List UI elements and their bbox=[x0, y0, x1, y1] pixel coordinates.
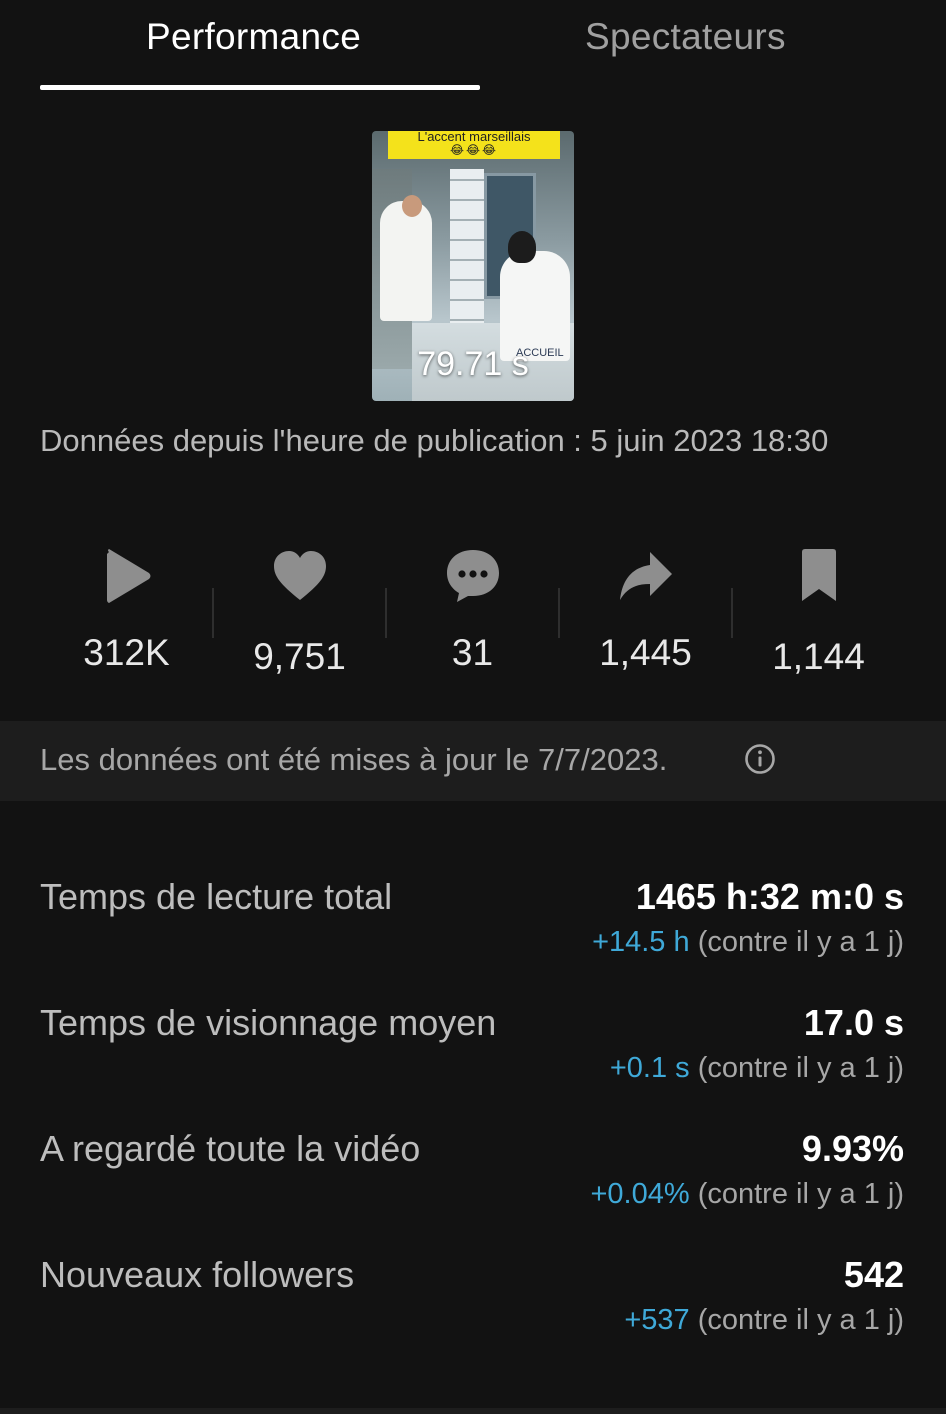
metric-delta-change: +14.5 h bbox=[592, 926, 690, 958]
video-thumbnail[interactable]: ACCUEIL L'accent marseillais 😂😂😂 79.71 s bbox=[372, 131, 574, 401]
stat-views: 312K bbox=[40, 540, 213, 690]
metric-average-watch-time: Temps de visionnage moyen 17.0 s +0.1 s … bbox=[40, 1002, 906, 1102]
metric-value: 1465 h:32 m:0 s bbox=[635, 876, 904, 917]
stat-comments-value: 31 bbox=[451, 632, 494, 673]
metric-label: A regardé toute la vidéo bbox=[40, 1128, 421, 1169]
stat-views-value: 312K bbox=[83, 632, 170, 673]
video-analytics-screen: Performance Spectateurs ACCUEIL L'accent… bbox=[0, 0, 946, 1414]
tab-performance[interactable]: Performance bbox=[146, 16, 361, 58]
metric-delta: +0.04% (contre il y a 1 j) bbox=[590, 1178, 904, 1211]
bookmark-icon bbox=[732, 544, 905, 616]
metric-delta-compare: (contre il y a 1 j) bbox=[697, 1304, 904, 1336]
metric-delta-change: +0.04% bbox=[590, 1178, 690, 1210]
play-icon bbox=[40, 544, 213, 616]
metric-delta: +0.1 s (contre il y a 1 j) bbox=[610, 1052, 904, 1085]
metric-value: 9.93% bbox=[801, 1128, 904, 1169]
metric-delta: +14.5 h (contre il y a 1 j) bbox=[592, 926, 904, 959]
metric-delta: +537 (contre il y a 1 j) bbox=[624, 1304, 904, 1337]
engagement-stats: 312K 9,751 31 1,445 1,144 bbox=[40, 540, 906, 690]
share-icon bbox=[559, 544, 732, 616]
tab-bar: Performance Spectateurs bbox=[0, 0, 946, 92]
metric-value: 17.0 s bbox=[803, 1002, 904, 1043]
data-update-text: Les données ont été mises à jour le 7/7/… bbox=[40, 742, 668, 777]
metric-delta-compare: (contre il y a 1 j) bbox=[697, 1178, 904, 1210]
metric-completion-rate: A regardé toute la vidéo 9.93% +0.04% (c… bbox=[40, 1128, 906, 1228]
metric-new-followers: Nouveaux followers 542 +537 (contre il y… bbox=[40, 1254, 906, 1354]
stat-likes-value: 9,751 bbox=[253, 636, 346, 677]
bottom-edge bbox=[0, 1408, 946, 1414]
info-icon[interactable] bbox=[744, 743, 775, 774]
metric-delta-change: +0.1 s bbox=[609, 1052, 690, 1084]
metric-total-watch-time: Temps de lecture total 1465 h:32 m:0 s +… bbox=[40, 876, 906, 976]
stat-saves: 1,144 bbox=[732, 540, 905, 690]
metric-label: Temps de lecture total bbox=[40, 876, 393, 917]
metric-delta-change: +537 bbox=[624, 1304, 690, 1336]
stat-saves-value: 1,144 bbox=[772, 636, 865, 677]
stat-shares-value: 1,445 bbox=[599, 632, 692, 673]
thumbnail-emojis: 😂😂😂 bbox=[449, 143, 499, 157]
stat-shares: 1,445 bbox=[559, 540, 732, 690]
active-tab-indicator bbox=[40, 85, 480, 90]
comment-icon bbox=[386, 544, 559, 616]
metric-delta-compare: (contre il y a 1 j) bbox=[697, 926, 904, 958]
data-update-notice: Les données ont été mises à jour le 7/7/… bbox=[0, 721, 946, 801]
heart-icon bbox=[213, 544, 386, 616]
thumbnail-caption-banner: L'accent marseillais 😂😂😂 bbox=[388, 131, 560, 159]
metric-label: Nouveaux followers bbox=[40, 1254, 355, 1295]
metric-value: 542 bbox=[843, 1254, 904, 1295]
tab-spectateurs[interactable]: Spectateurs bbox=[585, 16, 786, 58]
metric-delta-compare: (contre il y a 1 j) bbox=[697, 1052, 904, 1084]
video-duration: 79.71 s bbox=[417, 345, 529, 383]
metric-label: Temps de visionnage moyen bbox=[40, 1002, 497, 1043]
published-info: Données depuis l'heure de publication : … bbox=[40, 423, 829, 458]
stat-comments: 31 bbox=[386, 540, 559, 690]
stat-likes: 9,751 bbox=[213, 540, 386, 690]
